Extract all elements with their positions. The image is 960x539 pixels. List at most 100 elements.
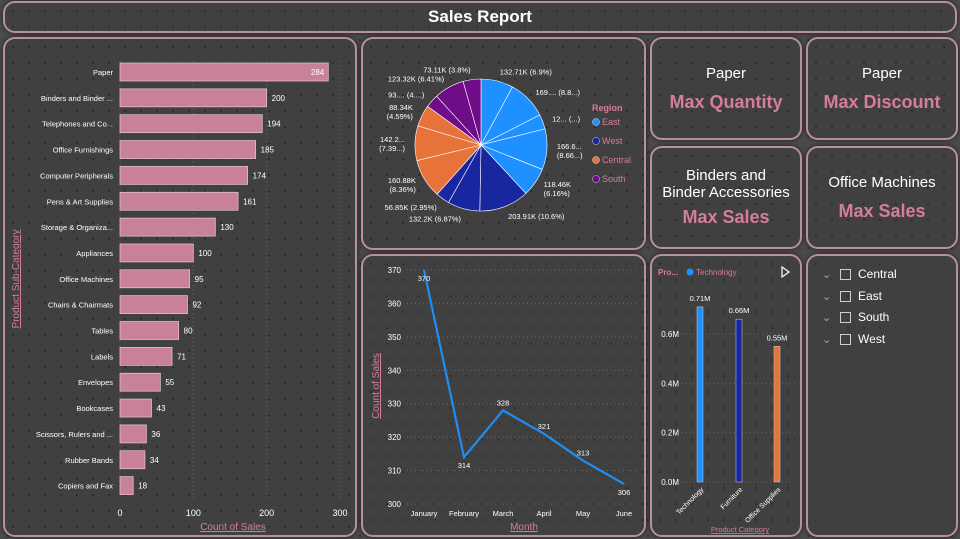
bar <box>119 398 152 418</box>
bar <box>119 191 239 211</box>
bar <box>119 166 248 185</box>
y-tick-label: 0.2M <box>661 429 679 438</box>
bar <box>119 476 134 495</box>
x-tick-label: January <box>411 509 438 518</box>
data-label: 43 <box>157 404 166 413</box>
slice-label: 73.11K (3.8%) <box>423 66 471 75</box>
slicer-item-west[interactable]: ⌄ West <box>822 332 885 346</box>
legend-label: Technology <box>696 268 736 277</box>
data-label: 306 <box>618 488 631 497</box>
slice-label: 56.85K (2.95%) <box>385 203 438 212</box>
bar <box>119 269 191 289</box>
data-label: 34 <box>150 456 159 465</box>
slice-label: 12... (...) <box>552 114 580 123</box>
bar <box>119 450 146 470</box>
x-tick-label: Technology <box>675 486 705 516</box>
data-label: 200 <box>272 94 286 103</box>
x-tick-label: March <box>493 509 514 518</box>
x-axis-title: Count of Sales <box>200 522 266 533</box>
data-label: 18 <box>138 482 147 491</box>
data-label: 0.66M <box>729 306 750 315</box>
x-tick-label: April <box>536 509 551 518</box>
y-tick-label: 0.4M <box>661 379 679 388</box>
y-tick-label: 300 <box>388 500 402 509</box>
y-tick-label: 320 <box>388 433 402 442</box>
monthly-line-chart-card[interactable]: 300 310 320 330 340 350 360 370 370 January 314 Feb… <box>361 254 646 537</box>
kpi-value: Max Quantity <box>669 91 783 112</box>
monthly-line-chart[interactable]: 300 310 320 330 340 350 360 370 370 January 314 Feb… <box>363 256 648 539</box>
category-label: Office Furnishings <box>53 146 114 155</box>
category-label: Copiers and Fax <box>58 482 113 491</box>
y-tick-label: 370 <box>388 266 402 275</box>
checkbox[interactable] <box>840 268 851 280</box>
kpi-title: Office Machines <box>828 173 936 191</box>
kpi-card-max-discount: Paper Max Discount <box>806 37 958 140</box>
category-bar-chart-card[interactable]: 0.0M 0.2M 0.4M 0.6M 0.71M Technology 0.66M Furn… <box>650 254 802 537</box>
bar <box>119 372 161 392</box>
slicer-item-label: East <box>858 289 883 303</box>
chevron-down-icon[interactable]: ⌄ <box>822 333 834 346</box>
bar <box>119 243 194 263</box>
bar <box>119 321 180 340</box>
kpi-value: Max Discount <box>823 91 941 112</box>
category-label: Scissors, Rulers and ... <box>36 430 113 439</box>
page-title: Sales Report <box>428 7 532 26</box>
kpi-value: Max Sales <box>682 207 770 227</box>
x-tick-label: 300 <box>332 508 347 518</box>
data-label: 328 <box>497 398 510 407</box>
data-label: 100 <box>198 249 212 258</box>
bar <box>696 306 704 483</box>
legend-marker <box>592 118 600 126</box>
data-label: 36 <box>151 430 160 439</box>
category-label: Pens & Art Supplies <box>47 197 114 206</box>
slicer-item-south[interactable]: ⌄ South <box>822 310 889 324</box>
data-label: 0.55M <box>767 333 788 342</box>
data-label: 0.71M <box>690 294 711 303</box>
y-tick-label: 0.0M <box>661 478 679 487</box>
chevron-down-icon[interactable]: ⌄ <box>822 311 834 324</box>
checkbox[interactable] <box>840 290 851 302</box>
region-pie-chart[interactable]: 132.71K (6.9%) 169.... (8.8...) 12... (...… <box>363 39 648 252</box>
category-bar-chart[interactable]: 0.0M 0.2M 0.4M 0.6M 0.71M Technology 0.66M Furn… <box>652 256 804 539</box>
subcategory-bar-chart-card[interactable]: 0 100 200 300 Paper 284 Binders and Binder ...… <box>3 37 357 537</box>
slice-label: 142.2... (7.39...) <box>379 135 405 153</box>
chevron-down-icon[interactable]: ⌄ <box>822 290 834 303</box>
x-tick-label: June <box>616 509 632 518</box>
slicer-item-east[interactable]: ⌄ East <box>822 289 882 303</box>
legend-label: West <box>602 136 623 146</box>
slicer-item-central[interactable]: ⌄ Central <box>822 267 897 281</box>
category-label: Appliances <box>76 249 113 258</box>
category-label: Bookcases <box>76 404 113 413</box>
kpi-card-max-sales-binders: Binders and Binder Accessories Max Sales <box>650 146 802 249</box>
category-label: Tables <box>91 327 113 336</box>
y-axis-title: Count of Sales <box>371 353 382 419</box>
checkbox[interactable] <box>840 311 851 323</box>
bar <box>119 114 263 134</box>
bar <box>735 318 743 483</box>
chevron-down-icon[interactable]: ⌄ <box>822 268 834 281</box>
x-tick-label: Office Supplies <box>744 486 783 525</box>
data-label: 313 <box>577 449 590 458</box>
slice-label: 166.6... (8.66...) <box>557 142 583 160</box>
region-slicer-card: ⌄ Central ⌄ East ⌄ South ⌄ West <box>806 254 958 537</box>
checkbox[interactable] <box>840 333 851 345</box>
legend-label: East <box>602 117 621 127</box>
data-label: 321 <box>538 422 551 431</box>
category-label: Telephones and Co... <box>42 120 113 129</box>
data-label: 185 <box>261 146 275 155</box>
subcategory-bar-chart[interactable]: 0 100 200 300 Paper 284 Binders and Binder ...… <box>5 39 359 539</box>
bar <box>119 88 268 108</box>
region-pie-chart-card[interactable]: 132.71K (6.9%) 169.... (8.8...) 12... (...… <box>361 37 646 250</box>
data-label: 284 <box>311 68 325 77</box>
kpi-value: Max Sales <box>838 200 926 221</box>
data-label: 161 <box>243 197 257 206</box>
x-tick-label: 200 <box>259 508 274 518</box>
slice-label: 118.46K (6.16%) <box>544 180 571 198</box>
data-label: 314 <box>458 461 471 470</box>
slice-label: 88.34K (4.59%) <box>387 103 414 121</box>
title-bar: Sales Report <box>3 1 957 33</box>
slicer-item-label: Central <box>858 267 897 281</box>
y-tick-label: 340 <box>388 366 402 375</box>
y-tick-label: 330 <box>388 400 402 409</box>
slice-label: 160.88K (8.36%) <box>388 176 416 194</box>
